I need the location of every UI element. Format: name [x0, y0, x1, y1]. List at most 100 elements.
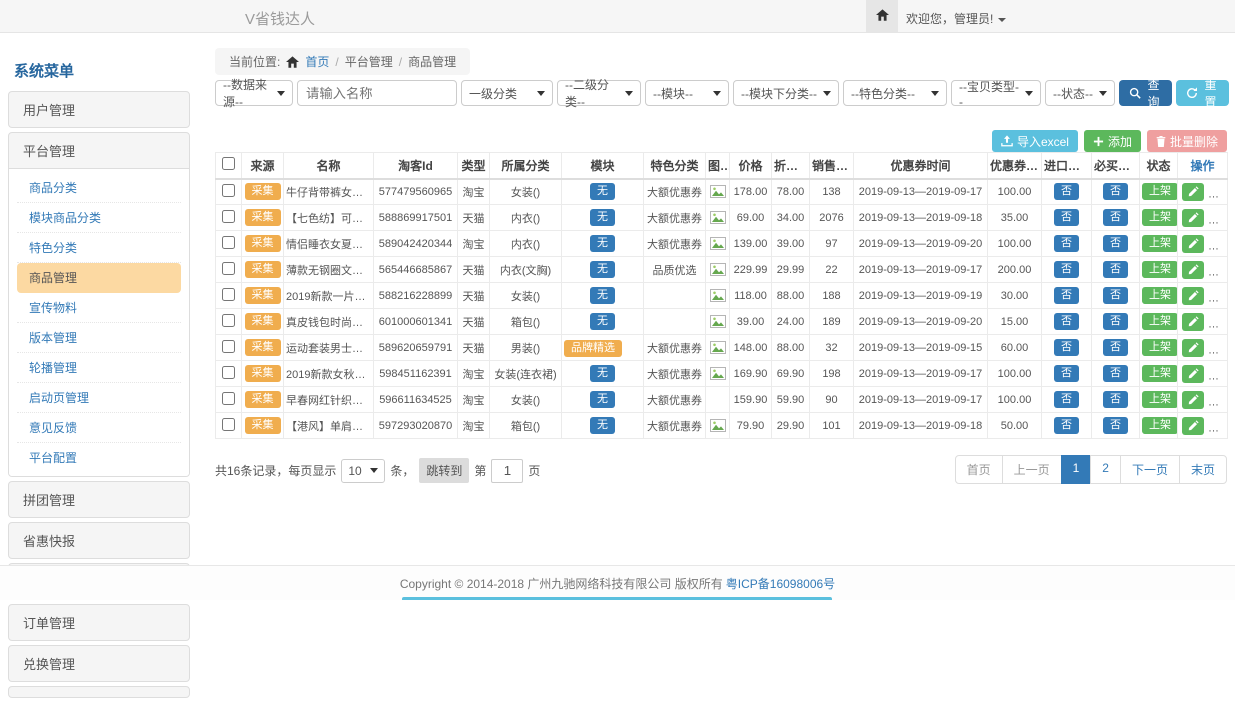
import-optional-toggle[interactable]: 否: [1054, 339, 1079, 356]
status-badge[interactable]: 上架: [1142, 365, 1178, 382]
user-menu[interactable]: 欢迎您，管理员!: [906, 10, 1006, 27]
add-button[interactable]: 添加: [1084, 130, 1141, 152]
sidebar-group-toggle[interactable]: [9, 687, 189, 698]
sidebar-item[interactable]: 商品管理: [17, 263, 181, 293]
edit-button[interactable]: [1182, 313, 1204, 331]
module-badge[interactable]: 无: [590, 183, 615, 200]
import-optional-toggle[interactable]: 否: [1054, 391, 1079, 408]
row-checkbox[interactable]: [222, 210, 235, 223]
row-checkbox[interactable]: [222, 366, 235, 379]
must-buy-toggle[interactable]: 否: [1103, 235, 1128, 252]
must-buy-toggle[interactable]: 否: [1103, 391, 1128, 408]
must-buy-toggle[interactable]: 否: [1103, 287, 1128, 304]
sidebar-group-toggle[interactable]: 拼团管理: [9, 482, 189, 517]
status-badge[interactable]: 上架: [1142, 417, 1178, 434]
row-checkbox[interactable]: [222, 288, 235, 301]
import-optional-toggle[interactable]: 否: [1054, 183, 1079, 200]
pager-button[interactable]: 上一页: [1002, 455, 1062, 484]
module-badge[interactable]: 无: [590, 235, 615, 252]
jump-button[interactable]: 跳转到: [419, 458, 469, 483]
module-badge[interactable]: 无: [590, 391, 615, 408]
filter-select[interactable]: --模块下分类--: [733, 80, 839, 106]
filter-select[interactable]: --数据来源--: [215, 80, 293, 106]
edit-button[interactable]: [1182, 261, 1204, 279]
sidebar-group-toggle[interactable]: 订单管理: [9, 605, 189, 640]
status-badge[interactable]: 上架: [1142, 339, 1178, 356]
row-checkbox[interactable]: [222, 392, 235, 405]
status-badge[interactable]: 上架: [1142, 287, 1178, 304]
filter-select[interactable]: --二级分类--: [557, 80, 641, 106]
filter-select[interactable]: --状态--: [1045, 80, 1115, 106]
sidebar-item[interactable]: 特色分类: [17, 233, 181, 263]
sidebar-item[interactable]: 平台配置: [17, 443, 181, 472]
row-checkbox[interactable]: [222, 184, 235, 197]
sidebar-item[interactable]: 轮播管理: [17, 353, 181, 383]
pager-button[interactable]: 1: [1061, 455, 1092, 484]
edit-button[interactable]: [1182, 183, 1204, 201]
status-badge[interactable]: 上架: [1142, 235, 1178, 252]
edit-button[interactable]: [1182, 209, 1204, 227]
status-badge[interactable]: 上架: [1142, 183, 1178, 200]
module-badge[interactable]: 品牌精选: [564, 340, 622, 357]
edit-button[interactable]: [1182, 391, 1204, 409]
filter-select[interactable]: --特色分类--: [843, 80, 947, 106]
import-optional-toggle[interactable]: 否: [1054, 365, 1079, 382]
page-number-input[interactable]: [491, 459, 523, 483]
row-checkbox[interactable]: [222, 236, 235, 249]
module-badge[interactable]: 无: [590, 417, 615, 434]
import-optional-toggle[interactable]: 否: [1054, 313, 1079, 330]
module-badge[interactable]: 无: [590, 287, 615, 304]
reset-button[interactable]: 重置: [1176, 80, 1229, 106]
per-page-select[interactable]: 10: [341, 459, 385, 483]
sidebar-item[interactable]: 模块商品分类: [17, 203, 181, 233]
sidebar-group-toggle[interactable]: 兑换管理: [9, 646, 189, 681]
edit-button[interactable]: [1182, 417, 1204, 435]
must-buy-toggle[interactable]: 否: [1103, 339, 1128, 356]
sidebar-item[interactable]: 版本管理: [17, 323, 181, 353]
must-buy-toggle[interactable]: 否: [1103, 365, 1128, 382]
row-checkbox[interactable]: [222, 262, 235, 275]
sidebar-item[interactable]: 宣传物料: [17, 293, 181, 323]
pager-button[interactable]: 2: [1090, 455, 1121, 484]
import-optional-toggle[interactable]: 否: [1054, 209, 1079, 226]
import-excel-button[interactable]: 导入excel: [992, 130, 1078, 152]
status-badge[interactable]: 上架: [1142, 391, 1178, 408]
icp-link[interactable]: 粤ICP备16098006号: [726, 575, 835, 592]
module-badge[interactable]: 无: [590, 365, 615, 382]
module-badge[interactable]: 无: [590, 209, 615, 226]
status-badge[interactable]: 上架: [1142, 209, 1178, 226]
module-badge[interactable]: 无: [590, 313, 615, 330]
row-checkbox[interactable]: [222, 314, 235, 327]
row-checkbox[interactable]: [222, 340, 235, 353]
import-optional-toggle[interactable]: 否: [1054, 235, 1079, 252]
search-button[interactable]: 查询: [1119, 80, 1172, 106]
filter-select[interactable]: --宝贝类型--: [951, 80, 1041, 106]
edit-button[interactable]: [1182, 287, 1204, 305]
edit-button[interactable]: [1182, 339, 1204, 357]
home-button[interactable]: [866, 0, 898, 32]
sidebar-group-toggle[interactable]: 用户管理: [9, 92, 189, 127]
edit-button[interactable]: [1182, 235, 1204, 253]
import-optional-toggle[interactable]: 否: [1054, 261, 1079, 278]
breadcrumb-home-link[interactable]: 首页: [305, 53, 329, 70]
sidebar-group-toggle[interactable]: 省惠快报: [9, 523, 189, 558]
must-buy-toggle[interactable]: 否: [1103, 183, 1128, 200]
row-checkbox[interactable]: [222, 418, 235, 431]
batch-delete-button[interactable]: 批量删除: [1147, 130, 1227, 152]
sidebar-item[interactable]: 启动页管理: [17, 383, 181, 413]
sidebar-item[interactable]: 意见反馈: [17, 413, 181, 443]
import-optional-toggle[interactable]: 否: [1054, 417, 1079, 434]
edit-button[interactable]: [1182, 365, 1204, 383]
import-optional-toggle[interactable]: 否: [1054, 287, 1079, 304]
must-buy-toggle[interactable]: 否: [1103, 417, 1128, 434]
pager-button[interactable]: 下一页: [1120, 455, 1180, 484]
must-buy-toggle[interactable]: 否: [1103, 261, 1128, 278]
filter-select[interactable]: --模块--: [645, 80, 729, 106]
status-badge[interactable]: 上架: [1142, 313, 1178, 330]
status-badge[interactable]: 上架: [1142, 261, 1178, 278]
sidebar-group-toggle[interactable]: 平台管理: [9, 133, 189, 168]
must-buy-toggle[interactable]: 否: [1103, 209, 1128, 226]
pager-button[interactable]: 首页: [955, 455, 1003, 484]
must-buy-toggle[interactable]: 否: [1103, 313, 1128, 330]
module-badge[interactable]: 无: [590, 261, 615, 278]
